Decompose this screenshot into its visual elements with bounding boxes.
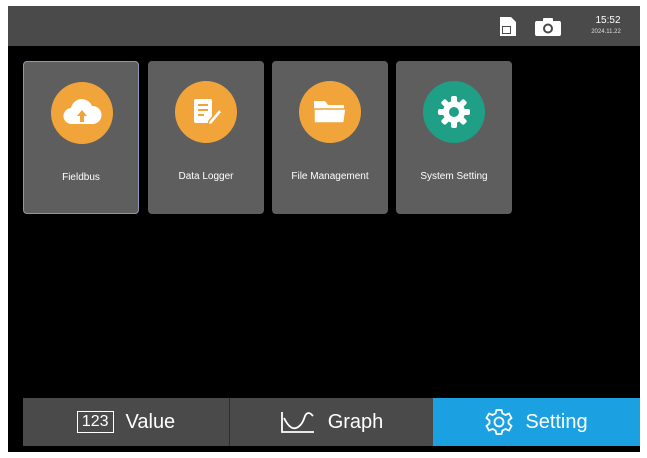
tile-label: File Management xyxy=(291,171,369,182)
tile-label: Data Logger xyxy=(178,171,234,182)
nav-value-label: Value xyxy=(125,410,176,433)
tile-fieldbus[interactable]: Fieldbus xyxy=(23,61,139,214)
camera-icon[interactable] xyxy=(535,18,561,36)
nav-setting[interactable]: Setting xyxy=(433,398,640,446)
numeric-value-icon: 123 xyxy=(76,411,114,433)
tile-label: System Setting xyxy=(420,171,488,182)
nav-value[interactable]: 123 Value xyxy=(23,398,229,446)
status-bar: 15:52 2024.11.22 xyxy=(8,6,640,46)
clock-time: 15:52 xyxy=(595,15,621,26)
gear-icon xyxy=(485,408,514,436)
nav-graph[interactable]: Graph xyxy=(229,398,433,446)
nav-graph-label: Graph xyxy=(327,410,384,433)
tile-system-setting[interactable]: System Setting xyxy=(396,61,512,214)
tile-data-logger[interactable]: Data Logger xyxy=(148,61,264,214)
nav-setting-label: Setting xyxy=(525,410,588,433)
notepad-edit-icon xyxy=(175,81,237,143)
clock-date: 2024.11.22 xyxy=(591,29,621,35)
tile-file-management[interactable]: File Management xyxy=(272,61,388,214)
folder-icon xyxy=(299,81,361,143)
sd-card-icon[interactable] xyxy=(500,17,516,36)
device-screen: 15:52 2024.11.22 Fieldbus Data Logger Fi… xyxy=(8,6,640,452)
gear-icon xyxy=(423,81,485,143)
cloud-upload-icon xyxy=(51,82,113,144)
numeric-value-icon-text: 123 xyxy=(76,411,114,433)
bottom-nav: 123 Value Graph Setting xyxy=(23,398,640,446)
tile-label: Fieldbus xyxy=(62,172,100,183)
graph-icon xyxy=(280,410,316,434)
